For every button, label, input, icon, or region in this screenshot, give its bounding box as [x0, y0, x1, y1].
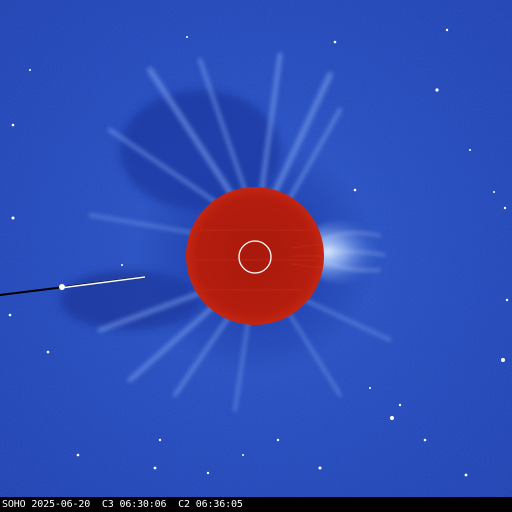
coronagraph-sky [0, 0, 512, 497]
caption-date: 2025-06-20 [31, 499, 91, 510]
caption-c3-label: C3 [101, 499, 114, 510]
caption-c2-time: 06:36:05 [195, 499, 243, 510]
caption-c2-label: C2 [178, 499, 190, 510]
coronagraph-image: SOHO 2025-06-20 C3 06:30:06 C2 06:36:05 [0, 0, 512, 512]
image-caption: SOHO 2025-06-20 C3 06:30:06 C2 06:36:05 [2, 498, 243, 511]
caption-observatory: SOHO [2, 499, 26, 510]
caption-c3-time: 06:30:06 [119, 499, 167, 510]
